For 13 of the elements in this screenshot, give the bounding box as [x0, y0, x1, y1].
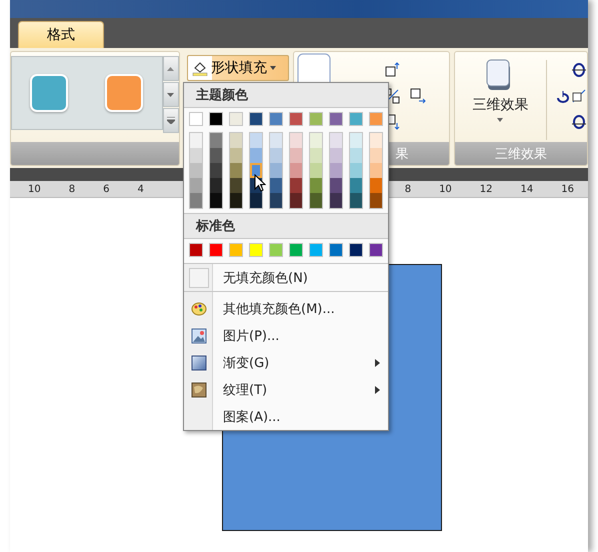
group-label: 果: [396, 146, 409, 162]
menu-heading: 标准色: [196, 218, 235, 235]
ruler-number: 6: [103, 184, 110, 194]
ruler-number: 16: [561, 184, 574, 194]
menu-heading: 主题颜色: [196, 86, 248, 104]
ruler-number: 8: [68, 184, 76, 194]
ruler-number: 10: [439, 184, 452, 194]
group-label: 三维效果: [494, 146, 547, 162]
ruler-number: 8: [404, 184, 412, 194]
ruler-number: 12: [480, 184, 493, 194]
ruler-number: 10: [28, 184, 41, 194]
ruler-number: 14: [520, 184, 534, 194]
ruler-number: 4: [137, 184, 144, 194]
